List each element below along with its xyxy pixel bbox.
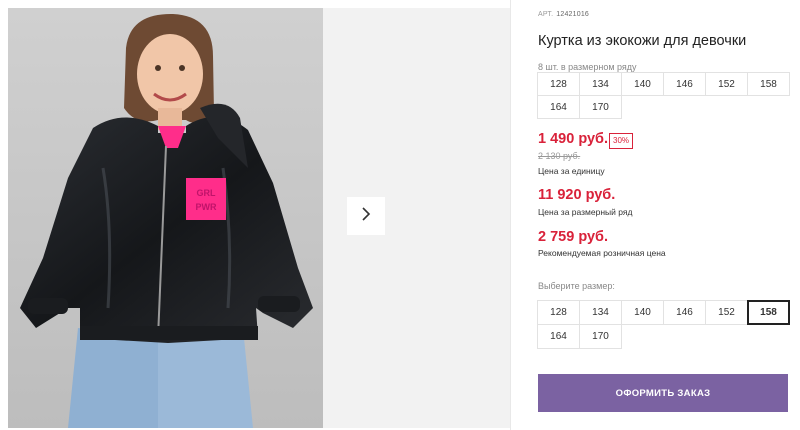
series-size-grid: 128 134 140 146 152 158 164 170 <box>537 72 790 119</box>
article-number: АРТ. 12421016 <box>538 11 589 18</box>
size-option-140[interactable]: 140 <box>621 300 664 325</box>
series-price: 11 920 руб. <box>538 187 616 203</box>
size-picker-label: Выберите размер: <box>538 281 615 291</box>
article-label: АРТ. <box>538 11 554 18</box>
size-option-146[interactable]: 146 <box>663 300 706 325</box>
size-option-128[interactable]: 128 <box>537 300 580 325</box>
series-size-140: 140 <box>621 72 664 96</box>
discount-badge: 30% <box>609 133 634 149</box>
size-option-152[interactable]: 152 <box>705 300 748 325</box>
series-size-152: 152 <box>705 72 748 96</box>
retail-price-note: Рекомендуемая розничная цена <box>538 248 666 258</box>
article-value: 12421016 <box>556 11 590 18</box>
product-title: Куртка из экокожи для девочки <box>538 33 747 49</box>
product-photo-main[interactable]: GRL PWR <box>8 8 323 428</box>
panel-divider <box>510 0 511 430</box>
series-price-note: Цена за размерный ряд <box>538 207 633 217</box>
gallery-next-button[interactable] <box>347 197 385 235</box>
series-size-170: 170 <box>579 95 622 119</box>
svg-text:PWR: PWR <box>196 202 217 212</box>
size-picker-grid: 128 134 140 146 152 158 164 170 <box>537 300 790 349</box>
svg-text:GRL: GRL <box>197 188 217 198</box>
series-size-164: 164 <box>537 95 580 119</box>
product-gallery: GRL PWR <box>0 0 510 430</box>
series-size-134: 134 <box>579 72 622 96</box>
series-size-146: 146 <box>663 72 706 96</box>
series-label: 8 шт. в размерном ряду <box>538 62 637 72</box>
product-photo-illustration: GRL PWR <box>8 8 323 428</box>
size-option-134[interactable]: 134 <box>579 300 622 325</box>
series-size-128: 128 <box>537 72 580 96</box>
size-option-158[interactable]: 158 <box>747 300 790 325</box>
place-order-button[interactable]: ОФОРМИТЬ ЗАКАЗ <box>538 374 788 412</box>
size-option-164[interactable]: 164 <box>537 324 580 349</box>
unit-price-note: Цена за единицу <box>538 166 605 176</box>
old-price: 2 130 руб. <box>538 151 581 161</box>
unit-price: 1 490 руб. <box>538 131 609 147</box>
retail-price: 2 759 руб. <box>538 229 609 245</box>
series-size-158: 158 <box>747 72 790 96</box>
product-details: АРТ. 12421016 Куртка из экокожи для девоч… <box>537 0 800 430</box>
chevron-right-icon <box>360 206 372 227</box>
size-option-170[interactable]: 170 <box>579 324 622 349</box>
